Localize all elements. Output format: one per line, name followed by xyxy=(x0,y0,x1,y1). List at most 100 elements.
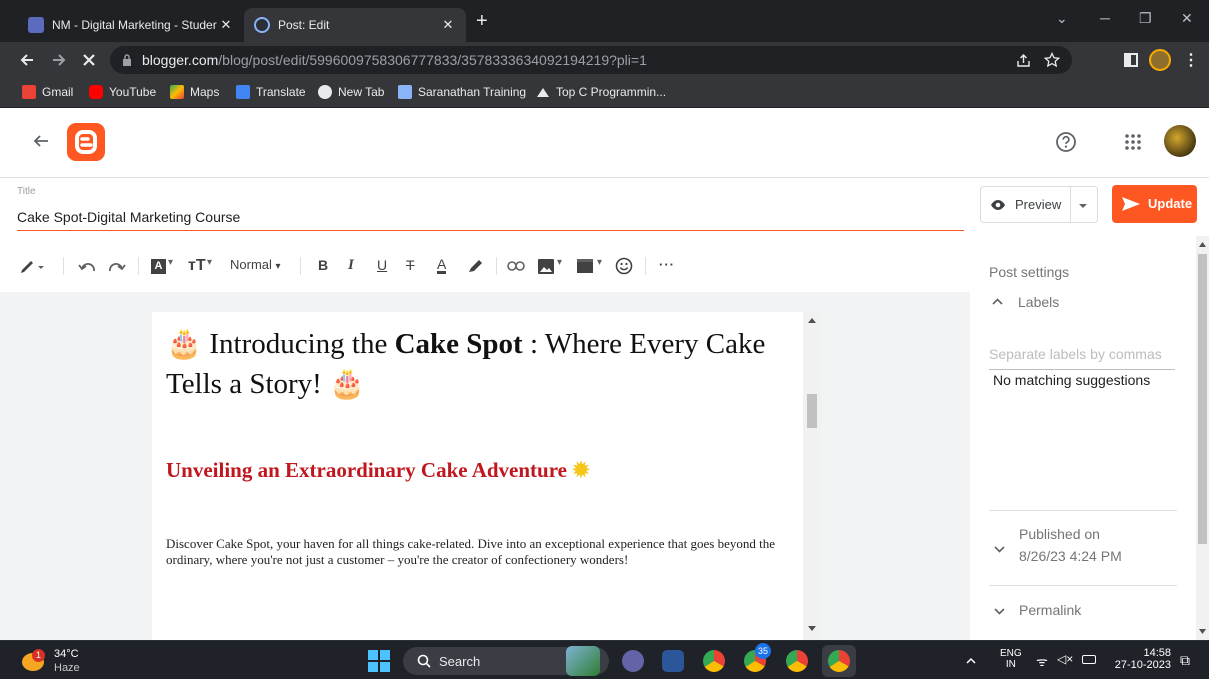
post-title-input[interactable]: Cake Spot-Digital Marketing Course xyxy=(17,209,240,225)
app-header xyxy=(0,108,1209,178)
published-on-section[interactable]: Published on 8/26/23 4:24 PM xyxy=(992,526,1172,576)
scroll-up-icon[interactable] xyxy=(808,318,816,323)
toolbar-separator xyxy=(496,257,497,275)
scrollbar-thumb[interactable] xyxy=(807,394,817,428)
bookmark-maps[interactable]: Maps xyxy=(170,85,219,99)
permalink-label: Permalink xyxy=(1019,602,1082,618)
title-label: Title xyxy=(17,186,36,197)
eye-icon xyxy=(991,200,1005,210)
link-icon[interactable] xyxy=(507,261,525,271)
highlight-color-icon[interactable] xyxy=(466,259,484,275)
restore-button[interactable]: ❐ xyxy=(1139,10,1152,27)
heading-style-icon[interactable]: A xyxy=(151,259,166,274)
minimize-button[interactable]: ─ xyxy=(1100,10,1110,26)
side-panel-icon[interactable] xyxy=(1124,53,1138,67)
settings-scrollbar[interactable] xyxy=(1196,236,1209,640)
windows-start-icon[interactable] xyxy=(368,650,390,672)
preview-divider xyxy=(1070,187,1071,222)
insert-video-icon[interactable] xyxy=(577,259,593,273)
bookmark-new-tab[interactable]: New Tab xyxy=(318,85,384,99)
window-close-button[interactable]: ✕ xyxy=(1181,10,1193,27)
editor-scrollbar[interactable] xyxy=(803,312,821,640)
notification-center-icon[interactable]: ⧉ xyxy=(1180,652,1190,669)
bookmark-youtube[interactable]: YouTube xyxy=(89,85,156,99)
update-button[interactable]: Update xyxy=(1112,185,1197,223)
blogger-b-icon xyxy=(75,130,97,154)
bookmark-top-c-programming[interactable]: Top C Programmin... xyxy=(536,85,666,99)
bookmark-translate[interactable]: Translate xyxy=(236,85,306,99)
weather-widget[interactable]: 1 xyxy=(22,649,50,673)
search-icon xyxy=(417,654,431,668)
share-icon[interactable] xyxy=(1016,53,1031,68)
address-bar[interactable]: blogger.com/blog/post/edit/5996009758306… xyxy=(110,46,1072,74)
toolbar-separator xyxy=(300,257,301,275)
clock[interactable]: 14:58 27-10-2023 xyxy=(1111,647,1171,671)
insert-image-icon[interactable] xyxy=(538,259,554,274)
chrome-icon[interactable] xyxy=(703,650,725,672)
chrome-active-icon[interactable] xyxy=(828,650,850,672)
close-tab-icon[interactable]: ✕ xyxy=(218,17,234,33)
tab-search-dropdown-icon[interactable]: ⌄ xyxy=(1056,10,1068,27)
taskbar-search[interactable]: Search xyxy=(403,646,609,676)
back-arrow-icon[interactable] xyxy=(18,51,36,69)
bookmark-saranathan-training[interactable]: Saranathan Training xyxy=(398,85,526,99)
site-icon xyxy=(398,85,412,99)
redo-icon[interactable] xyxy=(108,261,126,273)
more-options-icon[interactable]: ··· xyxy=(659,257,675,272)
search-label: Search xyxy=(439,654,481,669)
underline-icon[interactable]: U xyxy=(377,257,387,273)
chrome-menu-icon[interactable]: ⋮ xyxy=(1183,50,1199,70)
preview-button[interactable]: Preview xyxy=(980,186,1098,223)
scrollbar-thumb[interactable] xyxy=(1198,254,1207,544)
bookmark-gmail[interactable]: Gmail xyxy=(22,85,73,99)
chevron-down-icon xyxy=(994,608,1005,615)
labels-input[interactable]: Separate labels by commas xyxy=(989,344,1175,370)
back-arrow-icon[interactable] xyxy=(32,132,50,150)
language-indicator[interactable]: ENG IN xyxy=(1000,648,1022,670)
undo-icon[interactable] xyxy=(78,261,96,273)
bold-icon[interactable]: B xyxy=(318,257,328,273)
post-subheading: Unveiling an Extraordinary Cake Adventur… xyxy=(166,458,590,482)
blogger-logo[interactable] xyxy=(67,123,105,161)
post-body-editor[interactable]: 🎂 Introducing the Cake Spot : Where Ever… xyxy=(152,312,803,640)
cake-emoji-icon: 🎂 xyxy=(166,328,203,360)
chrome-profile-icon[interactable] xyxy=(786,650,808,672)
format-dropdown[interactable]: Normal ▾ xyxy=(230,257,281,272)
emoji-icon[interactable] xyxy=(615,257,633,275)
tab-title: NM - Digital Marketing - Studer xyxy=(52,18,217,32)
battery-icon[interactable] xyxy=(1082,655,1096,664)
tab-post-edit[interactable]: Post: Edit ✕ xyxy=(244,8,466,42)
preview-label: Preview xyxy=(1015,197,1062,212)
strikethrough-icon[interactable]: T xyxy=(406,257,415,273)
chevron-up-icon[interactable] xyxy=(966,657,976,664)
user-avatar[interactable] xyxy=(1164,125,1196,157)
chrome-profile-icon[interactable]: 35 xyxy=(744,643,771,672)
tab-digital-marketing[interactable]: NM - Digital Marketing - Studer ✕ xyxy=(18,8,244,42)
new-tab-button[interactable]: + xyxy=(476,11,488,31)
forward-arrow-icon[interactable] xyxy=(50,51,68,69)
text-color-icon[interactable]: A xyxy=(437,257,447,274)
tab-title: Post: Edit xyxy=(278,18,330,32)
youtube-icon xyxy=(89,85,103,99)
translate-icon xyxy=(236,85,250,99)
wifi-icon[interactable]: ᯤ xyxy=(1036,652,1048,670)
bookmark-star-icon[interactable] xyxy=(1044,52,1060,68)
italic-icon[interactable]: I xyxy=(348,257,354,274)
permalink-section[interactable]: Permalink xyxy=(992,602,1172,624)
compose-mode-icon[interactable] xyxy=(20,260,46,274)
scroll-down-icon[interactable] xyxy=(1199,629,1206,634)
close-tab-icon[interactable]: ✕ xyxy=(440,17,456,33)
teams-icon[interactable] xyxy=(622,650,644,672)
stop-loading-icon[interactable] xyxy=(80,51,98,69)
preview-dropdown-icon[interactable] xyxy=(1078,203,1088,209)
profile-avatar[interactable] xyxy=(1149,49,1171,71)
word-icon[interactable] xyxy=(662,650,684,672)
volume-muted-icon[interactable]: ◁× xyxy=(1057,652,1073,666)
published-date: 8/26/23 4:24 PM xyxy=(1019,548,1122,564)
scroll-down-icon[interactable] xyxy=(808,626,816,631)
chrome-badge: 35 xyxy=(755,643,771,659)
font-size-icon[interactable]: ᴛT xyxy=(188,257,206,275)
help-icon[interactable] xyxy=(1055,131,1077,153)
scroll-up-icon[interactable] xyxy=(1199,242,1206,247)
apps-grid-icon[interactable] xyxy=(1124,133,1142,151)
